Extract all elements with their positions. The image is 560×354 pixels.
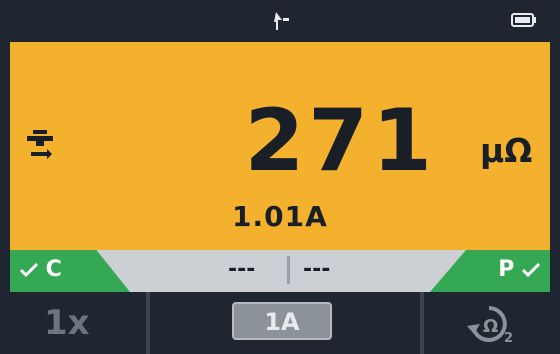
current-lead-label: C bbox=[45, 257, 62, 282]
lead-status-row: C --- --- P bbox=[10, 250, 550, 292]
status-bar bbox=[0, 0, 560, 42]
checkmark-icon bbox=[521, 262, 541, 278]
battery-icon bbox=[511, 13, 536, 27]
aux-value-left: --- bbox=[228, 257, 256, 282]
potential-lead-label: P bbox=[498, 257, 515, 282]
probe-icon bbox=[27, 130, 53, 159]
range-label: 1A bbox=[264, 308, 300, 336]
reverse-subscript: 2 bbox=[504, 331, 513, 346]
probe-signal-icon bbox=[274, 12, 289, 30]
current-lead-indicator: C bbox=[10, 250, 130, 292]
aux-divider bbox=[287, 256, 290, 284]
range-selector[interactable]: 1A bbox=[232, 302, 332, 340]
svg-text:Ω: Ω bbox=[483, 316, 498, 337]
multiplier-label: 1x bbox=[44, 303, 90, 343]
reverse-measure-softkey[interactable]: Ω 2 bbox=[422, 292, 550, 354]
measurement-panel: 271 μΩ 1.01A bbox=[10, 42, 550, 250]
range-softkey[interactable]: 1A bbox=[148, 292, 422, 354]
multiplier-softkey[interactable]: 1x bbox=[10, 292, 148, 354]
measurement-unit: μΩ bbox=[480, 131, 533, 170]
softkey-bar: 1x 1A Ω 2 bbox=[10, 292, 550, 354]
meter-screen: 271 μΩ 1.01A C --- --- P 1x 1A Ω 2 bbox=[0, 0, 560, 354]
measurement-value: 271 bbox=[244, 91, 436, 191]
potential-lead-status: P bbox=[498, 257, 541, 283]
current-lead-status: C bbox=[19, 257, 62, 283]
potential-lead-indicator: P bbox=[430, 250, 550, 292]
checkmark-icon bbox=[19, 262, 39, 278]
aux-value-right: --- bbox=[303, 257, 331, 282]
reverse-omega-icon: Ω 2 bbox=[467, 306, 513, 346]
test-current: 1.01A bbox=[232, 200, 328, 233]
